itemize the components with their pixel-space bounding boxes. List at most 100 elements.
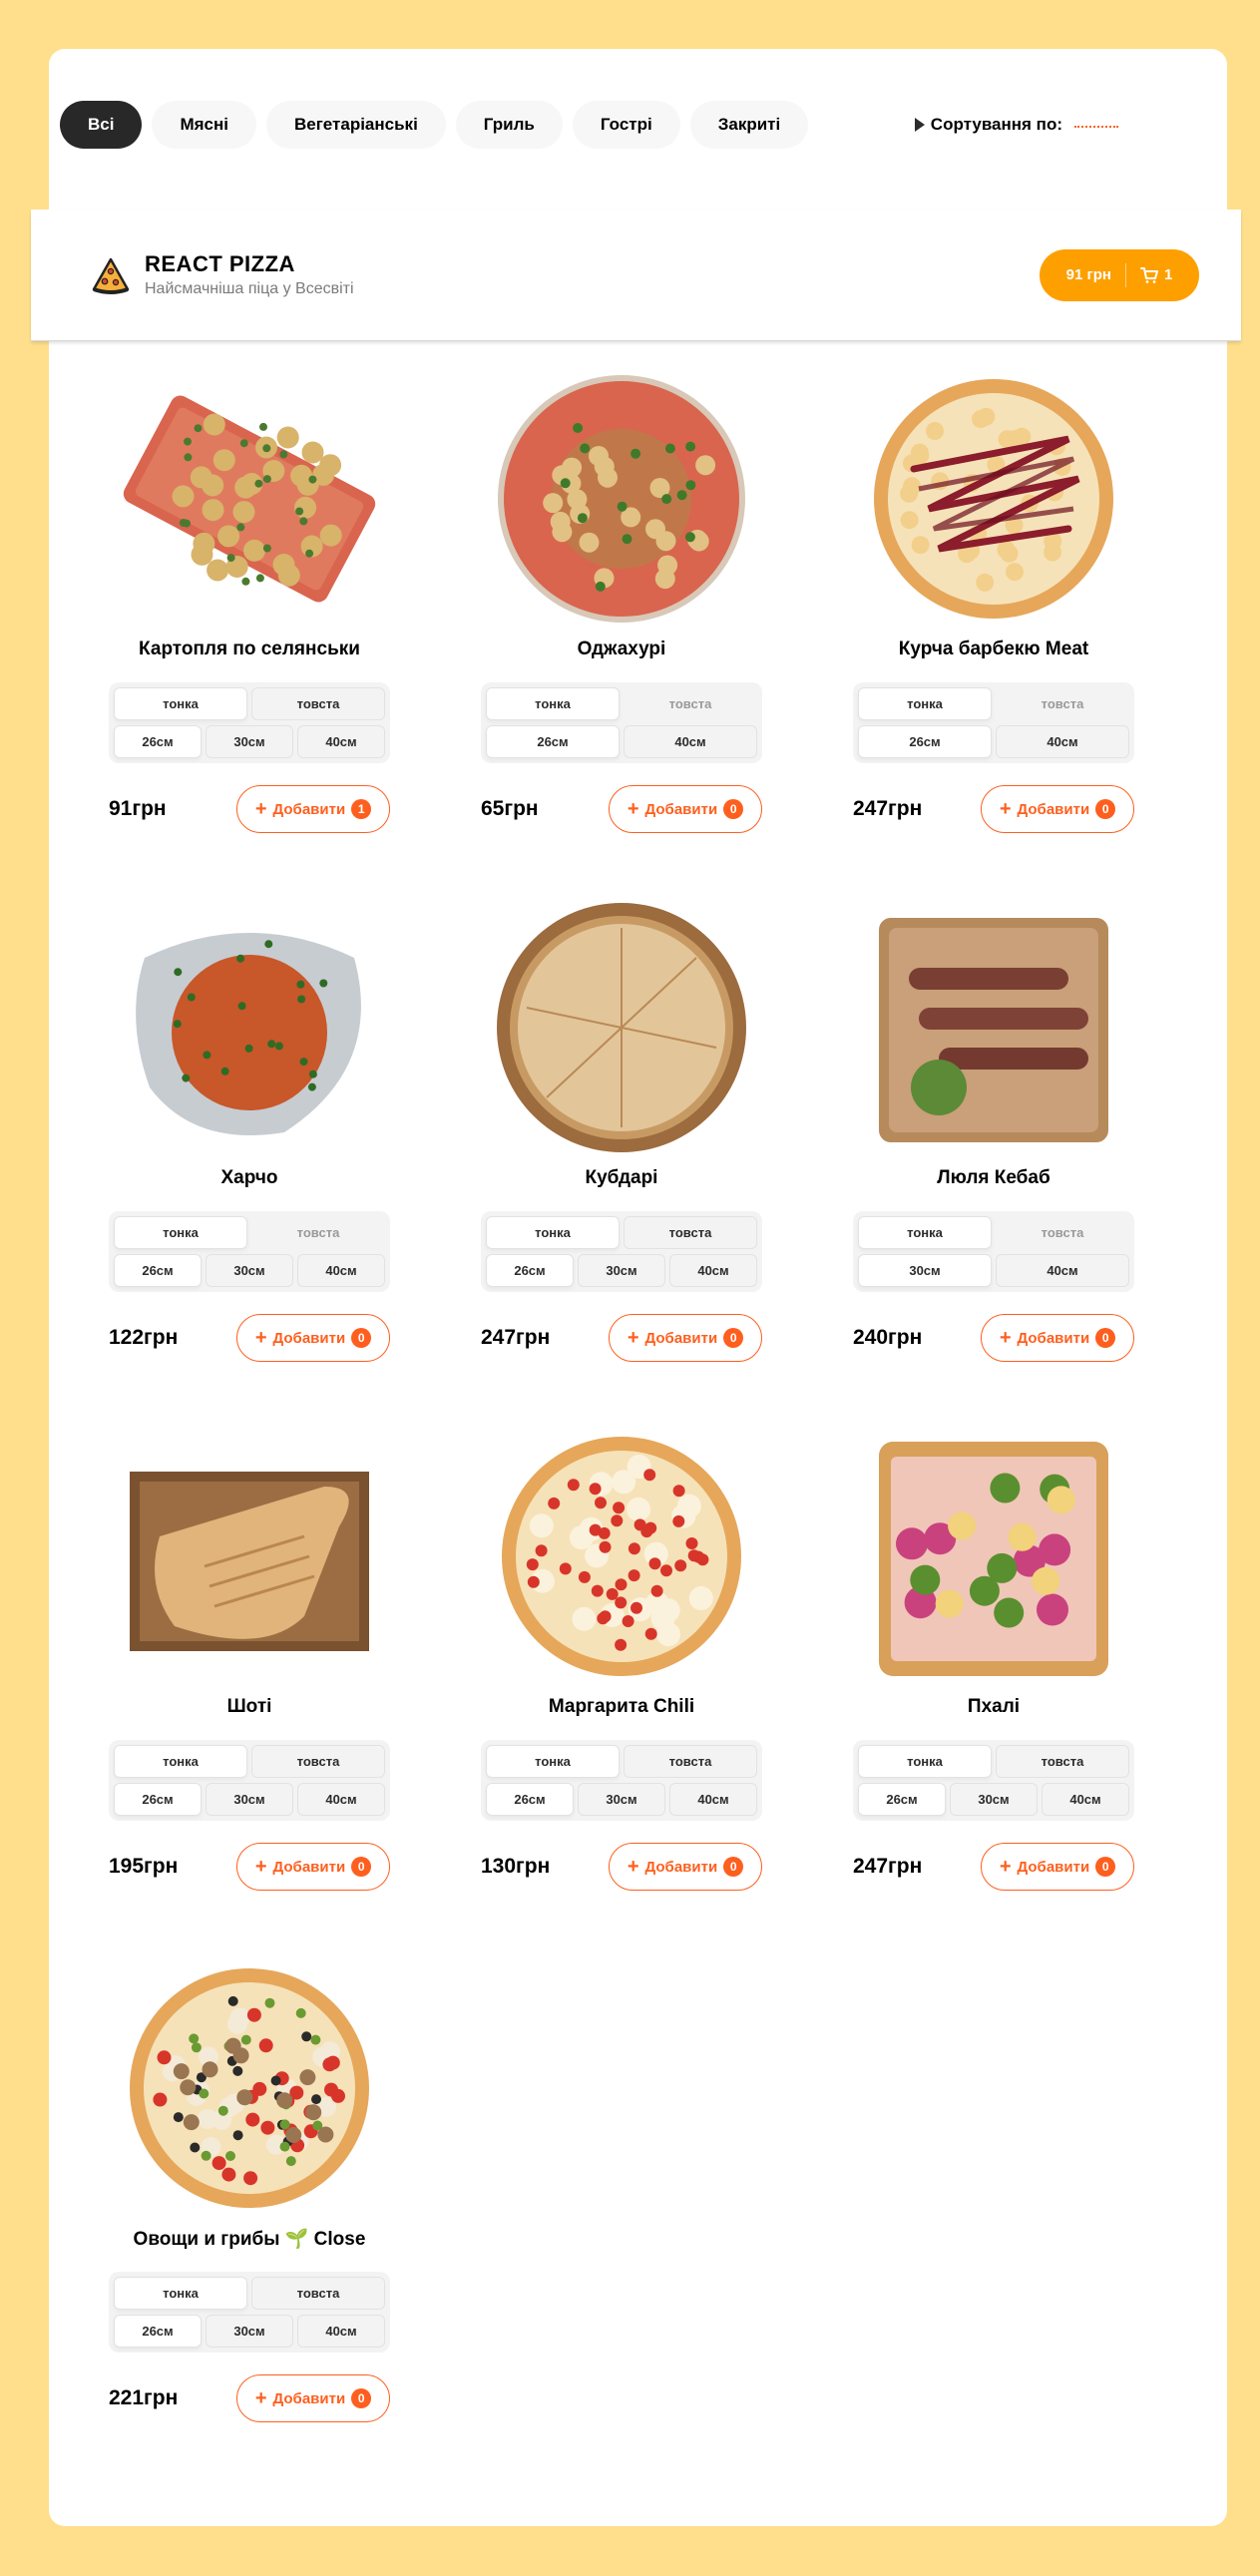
pizza-price: 247грн — [853, 1855, 923, 1878]
category-0[interactable]: Всі — [60, 101, 143, 149]
size-option[interactable]: 40см — [669, 1254, 757, 1287]
dough-option[interactable]: товста — [251, 2277, 385, 2310]
dough-option[interactable]: тонка — [858, 1216, 992, 1249]
dough-option[interactable]: товста — [251, 1745, 385, 1778]
dough-option: товста — [296, 1225, 340, 1240]
cart-icon — [1139, 266, 1158, 283]
dough-option[interactable]: тонка — [486, 1745, 620, 1778]
count-badge: 0 — [351, 1328, 372, 1348]
size-option[interactable]: 40см — [996, 1254, 1129, 1287]
add-to-cart-button[interactable]: + Добавити 0 — [981, 785, 1134, 833]
add-to-cart-button[interactable]: + Добавити 1 — [236, 785, 390, 833]
pizza-title: Кубдарі — [585, 1167, 658, 1188]
add-to-cart-button[interactable]: + Добавити 0 — [609, 1843, 762, 1891]
size-option[interactable]: 30см — [578, 1783, 665, 1816]
ojakhuri-plate-icon — [487, 369, 756, 629]
shoti-bread-icon — [115, 1427, 384, 1686]
dough-option[interactable]: тонка — [858, 687, 992, 720]
add-to-cart-button[interactable]: + Добавити 0 — [236, 2374, 390, 2422]
pizza-price: 247грн — [481, 1326, 551, 1349]
dough-option[interactable]: тонка — [858, 1745, 992, 1778]
dough-option[interactable]: тонка — [486, 687, 620, 720]
category-2[interactable]: Вегетаріанські — [266, 101, 446, 149]
filter-bar: Всі Мясні Вегетаріанські Гриль Гострі Закриті… — [60, 100, 1118, 150]
cart-divider — [1124, 262, 1126, 287]
category-4[interactable]: Гострі — [572, 101, 680, 149]
logo-title: REACT PIZZA — [145, 251, 295, 276]
size-option[interactable]: 40см — [297, 1783, 385, 1816]
pizza-price: 130грн — [481, 1855, 551, 1878]
add-label: Добавити — [1017, 800, 1090, 818]
pizza-selector: тонка товста 26см 40см — [481, 682, 762, 763]
count-badge: 0 — [1095, 1857, 1116, 1877]
pizza-card: Курча барбекю Meat тонка товста 26см 40см 247… — [853, 369, 1134, 833]
kebab-board-icon — [859, 898, 1128, 1157]
size-option[interactable]: 26см — [486, 1783, 574, 1816]
add-label: Добавити — [644, 800, 718, 818]
dough-option[interactable]: товста — [624, 1745, 757, 1778]
pizza-card: Овощи и грибы 🌱 Close тонка товста 26см 30см… — [109, 1958, 390, 2422]
pizza-title: Оджахурі — [577, 639, 666, 659]
add-to-cart-button[interactable]: + Добавити 0 — [236, 1314, 390, 1362]
size-option[interactable]: 40см — [624, 725, 757, 758]
veggie-pizza-icon — [115, 1958, 384, 2218]
dough-options: тонка товста — [486, 1216, 757, 1249]
category-1[interactable]: Мясні — [152, 101, 256, 149]
add-to-cart-button[interactable]: + Добавити 0 — [236, 1843, 390, 1891]
potato-dish-icon — [115, 369, 384, 629]
size-option[interactable]: 30см — [206, 1254, 293, 1287]
pizza-card: Люля Кебаб тонка товста 30см 40см 240грн + Доба… — [853, 898, 1134, 1362]
add-to-cart-button[interactable]: + Добавити 0 — [609, 1314, 762, 1362]
dough-option[interactable]: тонка — [114, 687, 247, 720]
size-option[interactable]: 30см — [858, 1254, 992, 1287]
count-badge: 0 — [723, 799, 744, 819]
dough-option[interactable]: товста — [624, 1216, 757, 1249]
size-option[interactable]: 26см — [486, 1254, 574, 1287]
pizza-title: Картопля по селянськи — [139, 639, 360, 659]
pizza-title: Овощи и грибы 🌱 Close — [133, 2229, 366, 2250]
logo[interactable]: REACT PIZZA Найсмачніша піца у Всесвіті — [91, 251, 354, 298]
size-options: 26см 30см 40см — [114, 2315, 385, 2348]
dough-option[interactable]: товста — [996, 1745, 1129, 1778]
size-options: 26см 30см 40см — [486, 1254, 757, 1287]
size-option[interactable]: 26см — [114, 725, 202, 758]
pizza-title: Курча барбекю Meat — [898, 639, 1089, 659]
size-option[interactable]: 26см — [858, 725, 992, 758]
size-options: 26см 30см 40см — [114, 725, 385, 758]
dough-options: тонка товста — [114, 1216, 385, 1249]
dough-option[interactable]: тонка — [114, 1216, 247, 1249]
pizza-price: 240грн — [853, 1326, 923, 1349]
plus-icon: + — [627, 798, 639, 820]
plus-icon: + — [627, 1327, 639, 1349]
size-option[interactable]: 30см — [206, 1783, 293, 1816]
size-option[interactable]: 30см — [578, 1254, 665, 1287]
size-option[interactable]: 26см — [114, 1783, 202, 1816]
size-option[interactable]: 26см — [858, 1783, 946, 1816]
dough-option[interactable]: тонка — [114, 2277, 247, 2310]
sort-value-link[interactable] — [1074, 126, 1118, 128]
cart-button[interactable]: 91 грн 1 — [1040, 248, 1199, 301]
category-5[interactable]: Закриті — [689, 101, 809, 149]
add-to-cart-button[interactable]: + Добавити 0 — [981, 1843, 1134, 1891]
size-option[interactable]: 40см — [1042, 1783, 1129, 1816]
pizza-selector: тонка товста 26см 30см 40см — [481, 1211, 762, 1292]
add-to-cart-button[interactable]: + Добавити 0 — [609, 785, 762, 833]
size-option[interactable]: 40см — [297, 725, 385, 758]
size-option[interactable]: 40см — [297, 2315, 385, 2348]
size-option[interactable]: 26см — [114, 2315, 202, 2348]
category-3[interactable]: Гриль — [455, 101, 563, 149]
size-option[interactable]: 40см — [996, 725, 1129, 758]
size-option[interactable]: 30см — [206, 725, 293, 758]
dough-option[interactable]: тонка — [486, 1216, 620, 1249]
dough-option[interactable]: товста — [251, 687, 385, 720]
size-option[interactable]: 40см — [669, 1783, 757, 1816]
size-option[interactable]: 26см — [486, 725, 620, 758]
size-option[interactable]: 26см — [114, 1254, 202, 1287]
size-option[interactable]: 30см — [950, 1783, 1038, 1816]
size-options: 26см 30см 40см — [486, 1783, 757, 1816]
dough-option[interactable]: тонка — [114, 1745, 247, 1778]
size-option[interactable]: 30см — [206, 2315, 293, 2348]
size-option[interactable]: 40см — [297, 1254, 385, 1287]
add-to-cart-button[interactable]: + Добавити 0 — [981, 1314, 1134, 1362]
sort[interactable]: Сортування по: — [914, 115, 1118, 135]
